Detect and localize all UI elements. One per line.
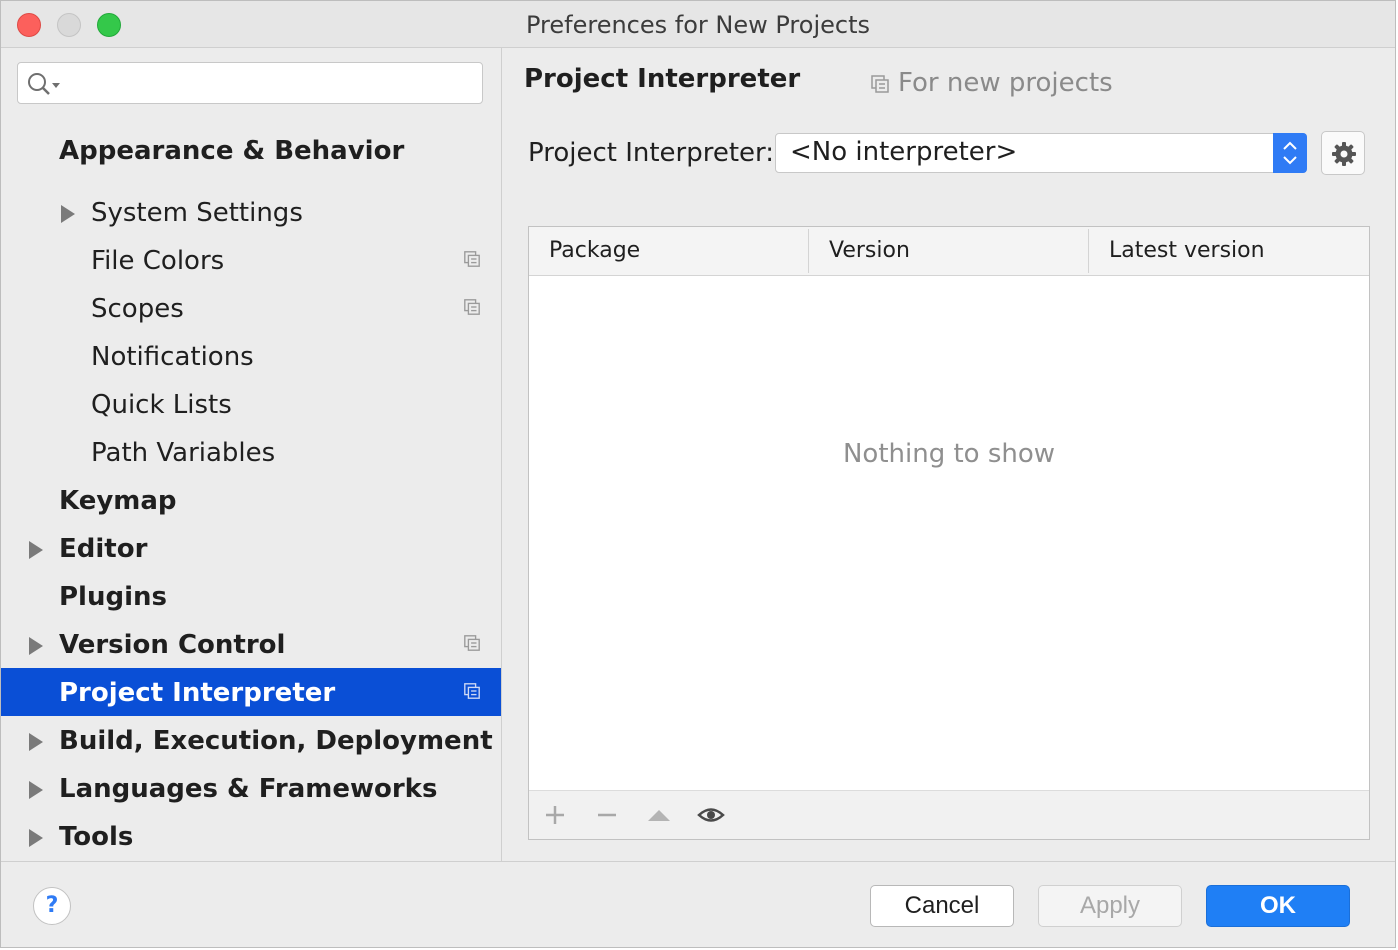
column-divider[interactable]: [1088, 229, 1089, 273]
sidebar-item-label: Appearance & Behavior: [59, 136, 405, 166]
plus-icon[interactable]: [541, 801, 569, 829]
sidebar-item-label: File Colors: [91, 246, 225, 276]
cancel-button[interactable]: Cancel: [870, 885, 1014, 927]
project-scope-icon: [464, 683, 480, 699]
page-title: Project Interpreter: [524, 64, 801, 94]
scope-note-label: For new projects: [898, 68, 1113, 98]
sidebar-item-label: Build, Execution, Deployment: [59, 726, 493, 756]
title-bar: Preferences for New Projects: [1, 1, 1395, 48]
eye-icon[interactable]: [697, 801, 725, 829]
column-latest-version[interactable]: Latest version: [1109, 238, 1265, 263]
sidebar-item-system-settings[interactable]: System Settings: [1, 188, 501, 236]
dialog-buttons: ? Cancel Apply OK: [1, 861, 1395, 947]
settings-search[interactable]: [17, 62, 483, 104]
sidebar-item-label: Languages & Frameworks: [59, 774, 438, 804]
expand-arrow-icon[interactable]: [61, 205, 75, 223]
sidebar-item-build-execution-deployment[interactable]: Build, Execution, Deployment: [1, 716, 501, 764]
ok-button[interactable]: OK: [1206, 885, 1350, 927]
sidebar-section-appearance[interactable]: Appearance & Behavior: [1, 126, 501, 174]
project-interpreter-panel: Project Interpreter For new projects Pro…: [502, 48, 1395, 861]
sidebar-item-quick-lists[interactable]: Quick Lists: [1, 380, 501, 428]
sidebar-item-path-variables[interactable]: Path Variables: [1, 428, 501, 476]
apply-button[interactable]: Apply: [1038, 885, 1182, 927]
project-scope-icon: [871, 75, 889, 93]
sidebar-item-label: Quick Lists: [91, 390, 232, 420]
sidebar-item-project-interpreter[interactable]: Project Interpreter: [1, 668, 501, 716]
upgrade-icon[interactable]: [645, 801, 673, 829]
expand-arrow-icon[interactable]: [29, 541, 43, 559]
project-scope-icon: [464, 635, 480, 651]
interpreter-label: Project Interpreter:: [528, 138, 775, 168]
sidebar-item-label: Path Variables: [91, 438, 276, 468]
search-input[interactable]: [68, 68, 472, 100]
select-stepper-icon[interactable]: [1273, 133, 1307, 173]
sidebar-item-keymap[interactable]: Keymap: [1, 476, 501, 524]
interpreter-settings-button[interactable]: [1321, 131, 1365, 175]
sidebar-item-label: Scopes: [91, 294, 184, 324]
expand-arrow-icon[interactable]: [29, 829, 43, 847]
interpreter-select-value: <No interpreter>: [790, 137, 1018, 167]
sidebar-item-scopes[interactable]: Scopes: [1, 284, 501, 332]
window-title: Preferences for New Projects: [525, 11, 870, 39]
sidebar-item-version-control[interactable]: Version Control: [1, 620, 501, 668]
expand-arrow-icon[interactable]: [29, 733, 43, 751]
settings-sidebar: Menus and Toolbars Appearance & Behavior…: [1, 48, 502, 861]
sidebar-item-plugins[interactable]: Plugins: [1, 572, 501, 620]
sidebar-item-label: Plugins: [59, 582, 167, 612]
sidebar-item-tools[interactable]: Tools: [1, 812, 501, 860]
search-icon[interactable]: [26, 70, 62, 98]
help-button[interactable]: ?: [33, 887, 71, 925]
gear-icon: [1332, 142, 1356, 166]
sidebar-item-label: Editor: [59, 534, 148, 564]
column-package[interactable]: Package: [549, 238, 640, 263]
packages-table: Package Version Latest version Nothing t…: [528, 226, 1370, 840]
sidebar-item-label: Notifications: [91, 342, 254, 372]
sidebar-item-label: Project Interpreter: [59, 678, 336, 708]
sidebar-item-notifications[interactable]: Notifications: [1, 332, 501, 380]
empty-state-text: Nothing to show: [842, 439, 1056, 469]
sidebar-item-label: Tools: [59, 822, 134, 852]
sidebar-item-label: Version Control: [59, 630, 286, 660]
minus-icon[interactable]: [593, 801, 621, 829]
interpreter-select[interactable]: <No interpreter>: [775, 133, 1307, 173]
sidebar-item-label: System Settings: [91, 198, 303, 228]
column-divider[interactable]: [808, 229, 809, 273]
expand-arrow-icon[interactable]: [29, 781, 43, 799]
table-header: Package Version Latest version: [529, 227, 1369, 276]
sidebar-item-label: Keymap: [59, 486, 177, 516]
table-toolbar: [529, 790, 1369, 839]
sidebar-item-languages-frameworks[interactable]: Languages & Frameworks: [1, 764, 501, 812]
column-version[interactable]: Version: [829, 238, 910, 263]
project-scope-icon: [464, 299, 480, 315]
expand-arrow-icon[interactable]: [29, 637, 43, 655]
preferences-window: Preferences for New Projects Menus and T…: [0, 0, 1396, 948]
sidebar-item-editor[interactable]: Editor: [1, 524, 501, 572]
sidebar-item-file-colors[interactable]: File Colors: [1, 236, 501, 284]
project-scope-icon: [464, 251, 480, 267]
